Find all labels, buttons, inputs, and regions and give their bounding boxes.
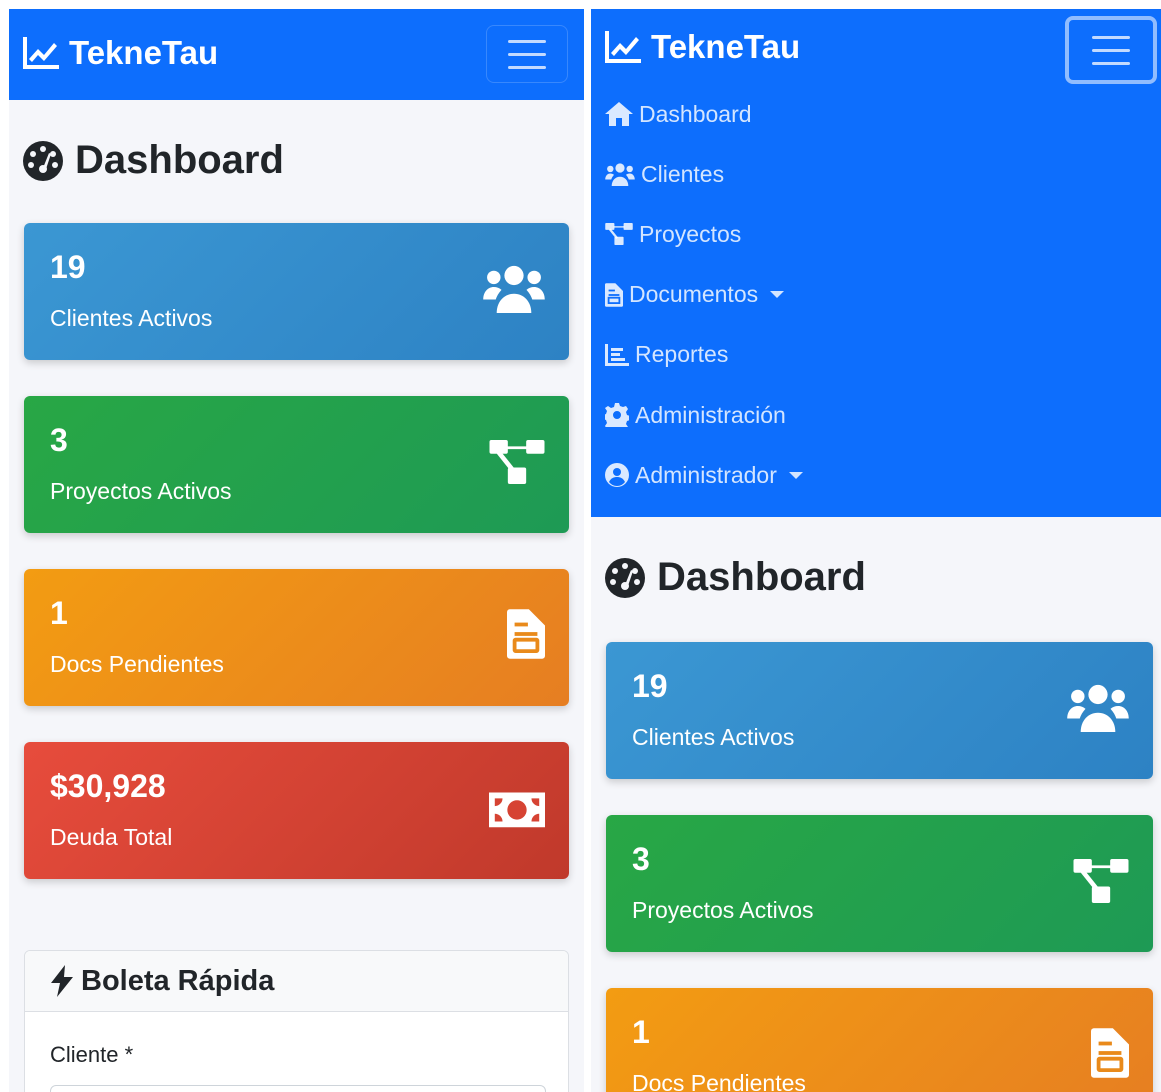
brand-link[interactable]: TekneTau: [605, 28, 800, 66]
gauge-icon: [23, 141, 63, 181]
dashboard-view-collapsed: TekneTau Dashboard 19 Clientes Activos 3…: [9, 9, 584, 1092]
page-title: Dashboard: [9, 138, 584, 183]
stat-value: $30,928: [50, 768, 166, 804]
brand-name: TekneTau: [69, 34, 219, 71]
stat-card-deuda[interactable]: $30,928 Deuda Total: [24, 742, 569, 879]
chevron-down-icon: [770, 291, 785, 299]
stat-value: 3: [632, 841, 650, 877]
stat-card-documentos[interactable]: 1 Docs Pendientes: [606, 988, 1153, 1092]
nav-item-administracion[interactable]: Administración: [605, 385, 803, 445]
gear-icon: [605, 403, 629, 428]
quick-invoice-header: Boleta Rápida: [25, 951, 568, 1012]
user-circle-icon: [605, 463, 629, 488]
document-icon: [1091, 1028, 1129, 1078]
nav-item-administrador[interactable]: Administrador: [605, 445, 803, 505]
menu-toggle-button[interactable]: [1065, 16, 1157, 84]
client-select[interactable]: [50, 1085, 546, 1092]
brand-link[interactable]: TekneTau: [23, 34, 218, 72]
hamburger-icon: [508, 39, 546, 43]
navbar: TekneTau: [9, 9, 584, 100]
dashboard-view-menu-open: TekneTau Dashboard Clientes Proyectos Do…: [591, 9, 1161, 1092]
stat-label: Docs Pendientes: [632, 1070, 806, 1092]
stat-value: 3: [50, 422, 68, 458]
bolt-icon: [51, 965, 73, 997]
stat-card-clientes[interactable]: 19 Clientes Activos: [24, 223, 569, 360]
project-diagram-icon: [489, 440, 545, 484]
quick-invoice-card: Boleta Rápida Cliente *: [24, 950, 569, 1092]
stat-card-clientes[interactable]: 19 Clientes Activos: [606, 642, 1153, 779]
chart-line-icon: [605, 31, 641, 63]
project-diagram-icon: [1073, 859, 1129, 903]
stat-label: Proyectos Activos: [50, 478, 232, 504]
nav-item-clientes[interactable]: Clientes: [605, 144, 803, 204]
stat-label: Deuda Total: [50, 824, 173, 850]
users-icon: [1067, 682, 1129, 732]
document-icon: [605, 282, 623, 307]
stat-label: Proyectos Activos: [632, 897, 814, 923]
stat-label: Clientes Activos: [632, 724, 795, 750]
navbar-expanded: TekneTau Dashboard Clientes Proyectos Do…: [591, 9, 1161, 517]
brand-name: TekneTau: [651, 28, 801, 65]
report-icon: [605, 343, 629, 366]
stat-label: Clientes Activos: [50, 305, 213, 331]
stat-card-proyectos[interactable]: 3 Proyectos Activos: [606, 815, 1153, 952]
chart-line-icon: [23, 37, 59, 69]
hamburger-icon: [1092, 35, 1130, 39]
menu-toggle-button[interactable]: [486, 25, 568, 83]
stat-label: Docs Pendientes: [50, 651, 224, 677]
stat-value: 1: [632, 1014, 650, 1050]
nav-menu: Dashboard Clientes Proyectos Documentos …: [591, 84, 803, 505]
nav-item-proyectos[interactable]: Proyectos: [605, 204, 803, 264]
stat-card-proyectos[interactable]: 3 Proyectos Activos: [24, 396, 569, 533]
users-icon: [483, 263, 545, 313]
page-title: Dashboard: [591, 555, 1161, 600]
gauge-icon: [605, 558, 645, 598]
stat-card-documentos[interactable]: 1 Docs Pendientes: [24, 569, 569, 706]
stat-value: 19: [632, 668, 668, 704]
nav-item-documentos[interactable]: Documentos: [605, 265, 803, 325]
stat-value: 1: [50, 595, 68, 631]
nav-item-reportes[interactable]: Reportes: [605, 325, 803, 385]
users-icon: [605, 162, 635, 186]
chevron-down-icon: [788, 471, 803, 479]
home-icon: [605, 102, 633, 127]
nav-item-dashboard[interactable]: Dashboard: [605, 84, 803, 144]
project-diagram-icon: [605, 223, 633, 245]
client-label: Cliente *: [50, 1042, 134, 1067]
document-icon: [507, 609, 545, 659]
money-bill-icon: [489, 788, 545, 828]
stat-value: 19: [50, 249, 86, 285]
